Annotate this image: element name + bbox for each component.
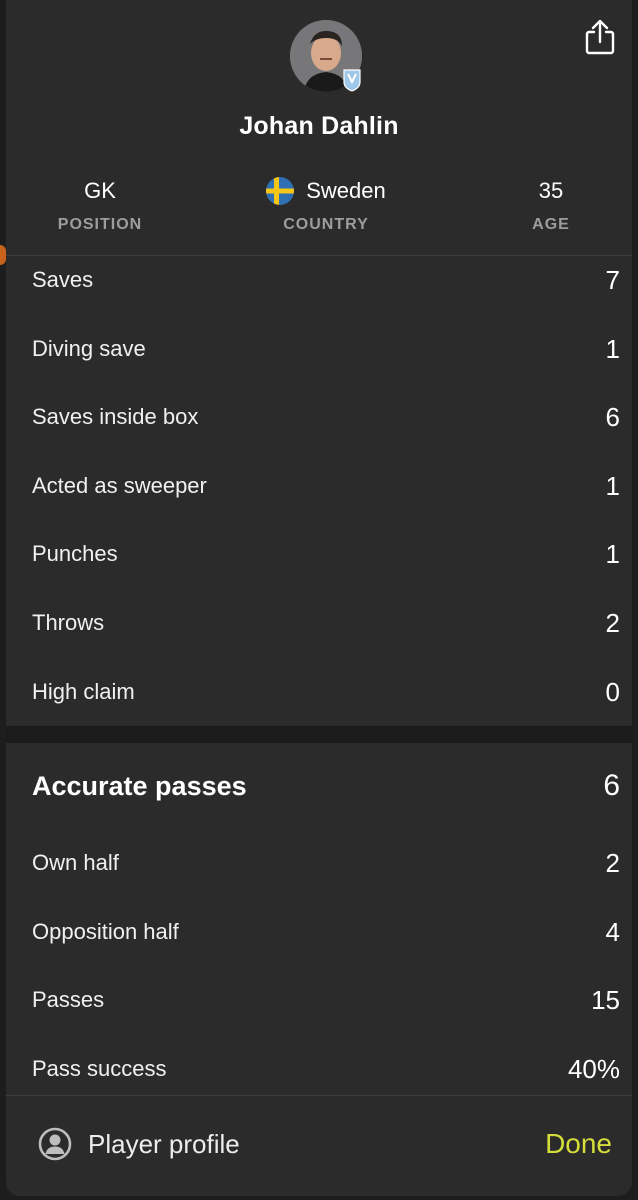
- position-block: GK POSITION: [6, 176, 200, 234]
- stat-row: Diving save 1: [32, 329, 620, 369]
- accurate-passes-header: Accurate passes 6: [32, 764, 620, 808]
- stat-row: Own half 2: [32, 843, 620, 883]
- stat-value: 1: [605, 538, 620, 569]
- stat-value: 0: [605, 676, 620, 707]
- stat-row: Punches 1: [32, 534, 620, 574]
- stat-label: High claim: [32, 679, 135, 704]
- player-profile-button[interactable]: Player profile: [38, 1122, 240, 1166]
- position-label: POSITION: [57, 216, 143, 233]
- stat-row: Throws 2: [32, 603, 620, 643]
- age-block: 35 AGE: [451, 176, 632, 234]
- stat-value: 15: [591, 984, 620, 1015]
- section-title: Accurate passes: [32, 770, 247, 801]
- share-icon: [585, 19, 615, 55]
- stat-row: Saves 7: [32, 260, 620, 300]
- stat-label: Saves inside box: [32, 404, 199, 429]
- stat-value: 1: [605, 333, 620, 364]
- stat-row: Opposition half 4: [32, 912, 620, 952]
- sheet-footer: Player profile Done: [6, 1095, 632, 1196]
- stat-row: Acted as sweeper 1: [32, 466, 620, 506]
- sweden-flag-icon: [266, 177, 295, 205]
- stat-label: Punches: [32, 541, 118, 566]
- stat-value: 7: [605, 264, 620, 295]
- header-divider: [6, 255, 632, 256]
- share-button[interactable]: [582, 18, 618, 56]
- stat-row: Passes 15: [32, 980, 620, 1020]
- stat-value: 2: [605, 607, 620, 638]
- country-value: Sweden: [306, 178, 386, 203]
- club-badge-icon: [342, 68, 362, 92]
- section-separator: [6, 726, 632, 743]
- stat-value: 1: [605, 470, 620, 501]
- stat-label: Own half: [32, 850, 119, 875]
- stat-value: 4: [605, 916, 620, 947]
- person-circle-icon: [38, 1127, 72, 1161]
- player-profile-label: Player profile: [88, 1128, 240, 1159]
- done-button[interactable]: Done: [545, 1122, 612, 1166]
- country-block: Sweden COUNTRY: [226, 176, 426, 234]
- stat-row: Pass success 40%: [32, 1049, 620, 1089]
- age-value: 35: [538, 178, 564, 203]
- stat-value: 40%: [567, 1053, 620, 1084]
- stat-label: Passes: [32, 987, 105, 1012]
- stat-label: Opposition half: [32, 919, 179, 944]
- stat-value: 2: [605, 847, 620, 878]
- age-label: AGE: [532, 216, 570, 233]
- stat-value: 6: [605, 401, 620, 432]
- stat-row: Saves inside box 6: [32, 397, 620, 437]
- section-total: 6: [603, 769, 620, 802]
- stat-row: High claim 0: [32, 672, 620, 712]
- player-stats-sheet: Johan Dahlin GK POSITION Sweden COUNTRY …: [6, 0, 632, 1196]
- stat-label: Saves: [32, 267, 94, 292]
- stat-label: Throws: [32, 610, 105, 635]
- stat-label: Pass success: [32, 1056, 167, 1081]
- stat-label: Acted as sweeper: [32, 473, 207, 498]
- country-label: COUNTRY: [283, 216, 369, 233]
- stat-label: Diving save: [32, 336, 146, 361]
- position-value: GK: [84, 178, 116, 203]
- player-name: Johan Dahlin: [239, 112, 399, 140]
